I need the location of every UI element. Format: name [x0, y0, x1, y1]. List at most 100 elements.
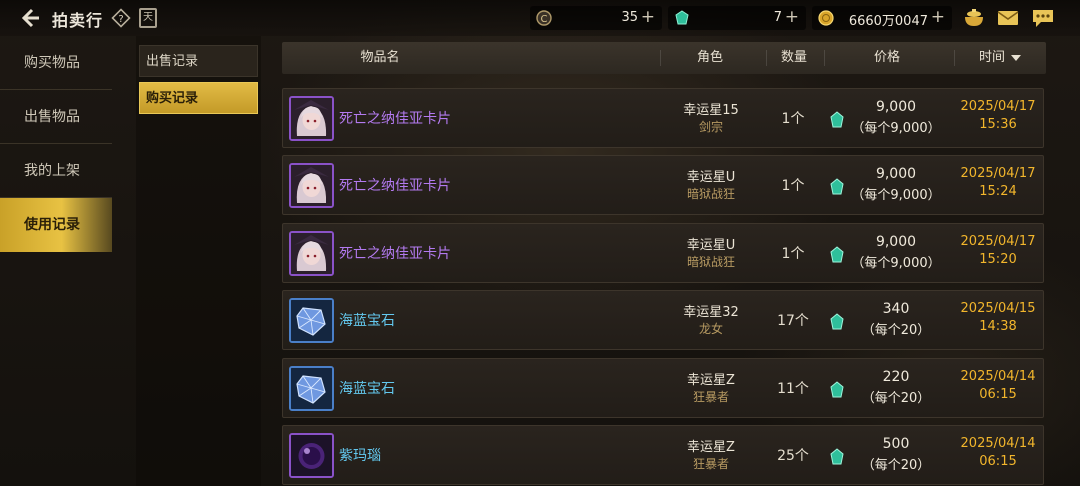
sort-down-icon	[1011, 54, 1021, 61]
add-gold-button[interactable]: +	[931, 7, 945, 27]
column-header-qty: 数量	[780, 50, 807, 65]
record-time: 14:38	[979, 319, 1017, 334]
help-icon[interactable]: ?	[111, 8, 131, 28]
record-time: 15:24	[979, 184, 1017, 199]
price-each: （每个20）	[861, 323, 931, 338]
tab-sell-records[interactable]: 出售记录	[139, 45, 258, 77]
quantity: 1个	[781, 178, 805, 194]
record-time: 15:20	[979, 252, 1017, 267]
nav-item-label: 购买物品	[24, 55, 80, 71]
nav-item-sell[interactable]: 出售物品	[0, 90, 112, 144]
girl-card-icon	[291, 233, 332, 274]
storage-pot-icon[interactable]	[962, 8, 986, 28]
main-nav: 购买物品 出售物品 我的上架 使用记录	[0, 36, 112, 252]
nav-item-label: 使用记录	[24, 217, 80, 233]
table-row[interactable]: 海蓝宝石 幸运星32 龙女 17个 340 （每个20） 2025/04/15 …	[282, 290, 1044, 350]
column-header-time-label: 时间	[978, 50, 1005, 65]
calendar-icon[interactable]: 天	[139, 8, 157, 28]
table-row[interactable]: 紫玛瑙 幸运星Z 狂暴者 25个 500 （每个20） 2025/04/14 0…	[282, 425, 1044, 485]
currency-value: 35	[621, 10, 638, 25]
character-class: 剑宗	[698, 120, 723, 134]
price-total: 9,000	[875, 234, 917, 250]
price-each: （每个9,000）	[851, 121, 941, 136]
svg-text:C: C	[541, 14, 548, 25]
character-name: 幸运星32	[683, 305, 739, 320]
column-header-role: 角色	[696, 50, 723, 65]
item-name: 死亡之纳佳亚卡片	[339, 246, 451, 262]
item-name: 死亡之纳佳亚卡片	[339, 111, 451, 127]
record-date: 2025/04/14	[960, 369, 1036, 384]
table-row[interactable]: 死亡之纳佳亚卡片 幸运星15 剑宗 1个 9,000 （每个9,000） 202…	[282, 88, 1044, 148]
price-total: 9,000	[875, 99, 917, 115]
nav-item-my-listings[interactable]: 我的上架	[0, 144, 112, 198]
table-row[interactable]: 死亡之纳佳亚卡片 幸运星U 暗狱战狂 1个 9,000 （每个9,000） 20…	[282, 223, 1044, 283]
tab-label: 购买记录	[146, 91, 199, 106]
item-icon-frame	[289, 163, 334, 208]
price-total: 340	[882, 301, 910, 317]
quantity: 1个	[781, 111, 805, 127]
tab-label: 出售记录	[146, 54, 199, 69]
item-icon-frame	[289, 298, 334, 343]
record-time: 06:15	[979, 454, 1017, 469]
currency-gem: 7 +	[668, 6, 806, 30]
sapphire-icon	[291, 300, 332, 341]
character-class: 暗狱战狂	[686, 187, 735, 201]
record-date: 2025/04/15	[960, 301, 1036, 316]
nav-item-buy[interactable]: 购买物品	[0, 36, 112, 90]
girl-card-icon	[291, 165, 332, 206]
svg-text:?: ?	[118, 14, 123, 25]
table-header: 物品名 角色 数量 价格 时间	[282, 42, 1046, 74]
tab-buy-records[interactable]: 购买记录	[139, 82, 258, 114]
price-each: （每个9,000）	[851, 256, 941, 271]
character-class: 狂暴者	[692, 390, 729, 404]
record-date: 2025/04/17	[960, 99, 1036, 114]
price-total: 9,000	[875, 166, 917, 182]
mail-icon[interactable]	[996, 8, 1020, 28]
amethyst-orb-icon	[291, 435, 332, 476]
price-total: 500	[882, 436, 910, 452]
page-title: 拍卖行	[52, 11, 104, 30]
quantity: 25个	[777, 448, 809, 464]
top-bar: 拍卖行 ? 天 C 35 + 7 + 6660万0047 +	[0, 0, 1080, 36]
record-time: 15:36	[979, 117, 1017, 132]
item-icon-frame	[289, 433, 334, 478]
nav-item-history[interactable]: 使用记录	[0, 198, 112, 252]
currency-gold: 6660万0047 +	[812, 6, 952, 30]
item-name: 死亡之纳佳亚卡片	[339, 178, 451, 194]
character-class: 暗狱战狂	[686, 255, 735, 269]
character-name: 幸运星Z	[687, 440, 735, 455]
record-date: 2025/04/14	[960, 436, 1036, 451]
chat-icon[interactable]	[1031, 8, 1055, 28]
currency-value: 6660万0047	[848, 14, 928, 29]
column-header-item: 物品名	[360, 50, 400, 65]
table-row[interactable]: 海蓝宝石 幸运星Z 狂暴者 11个 220 （每个20） 2025/04/14 …	[282, 358, 1044, 418]
c-coin-icon: C	[536, 10, 552, 26]
quantity: 17个	[777, 313, 809, 329]
gold-coin-icon	[818, 10, 834, 26]
add-gem-button[interactable]: +	[785, 7, 799, 27]
item-icon-frame	[289, 231, 334, 276]
currency-value: 7	[773, 10, 782, 25]
back-arrow-icon[interactable]	[18, 6, 42, 30]
price-each: （每个9,000）	[851, 188, 941, 203]
character-class: 狂暴者	[692, 457, 729, 471]
nav-item-label: 出售物品	[24, 109, 80, 125]
sapphire-icon	[291, 368, 332, 409]
price-total: 220	[882, 369, 910, 385]
column-header-time[interactable]: 时间	[954, 42, 1046, 74]
item-icon-frame	[289, 366, 334, 411]
nav-item-label: 我的上架	[24, 163, 80, 179]
quantity: 11个	[777, 381, 809, 397]
item-icon-frame	[289, 96, 334, 141]
record-date: 2025/04/17	[960, 166, 1036, 181]
character-name: 幸运星U	[686, 170, 736, 185]
record-date: 2025/04/17	[960, 234, 1036, 249]
item-name: 海蓝宝石	[339, 313, 395, 329]
item-name: 紫玛瑙	[339, 448, 381, 464]
green-gem-icon	[675, 10, 689, 25]
table-row[interactable]: 死亡之纳佳亚卡片 幸运星U 暗狱战狂 1个 9,000 （每个9,000） 20…	[282, 155, 1044, 215]
item-name: 海蓝宝石	[339, 381, 395, 397]
column-divider	[824, 50, 825, 66]
calendar-label: 天	[143, 12, 153, 23]
add-currency-button[interactable]: +	[641, 7, 655, 27]
